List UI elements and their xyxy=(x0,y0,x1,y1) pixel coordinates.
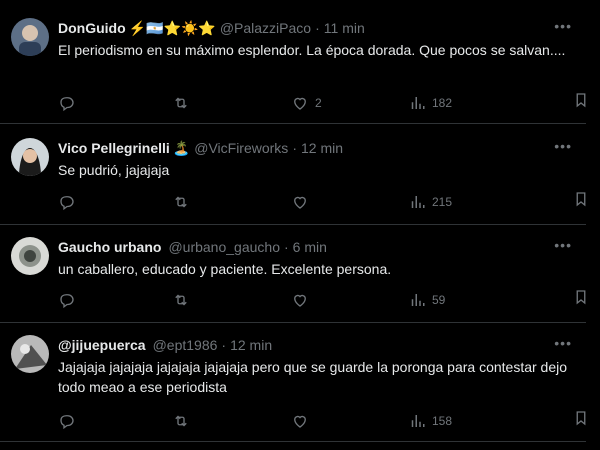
more-icon[interactable]: ••• xyxy=(554,335,572,351)
bookmark-icon[interactable] xyxy=(572,288,590,306)
view-count: 215 xyxy=(432,195,453,209)
view-count: 158 xyxy=(432,414,453,428)
view-count: 59 xyxy=(432,293,446,307)
display-name[interactable]: Gaucho urbano xyxy=(58,237,161,257)
reply-button[interactable] xyxy=(58,190,82,214)
avatar[interactable] xyxy=(11,18,49,56)
tweet-2[interactable]: Vico Pellegrinelli 🏝️ @VicFireworks · 12… xyxy=(0,124,586,225)
views-icon xyxy=(411,415,425,427)
views-icon xyxy=(411,294,425,306)
share-group xyxy=(572,409,600,427)
more-icon[interactable]: ••• xyxy=(554,237,572,253)
avatar[interactable] xyxy=(11,237,49,275)
like-button[interactable]: 2 xyxy=(291,91,322,115)
reply-button[interactable] xyxy=(58,91,82,115)
share-group xyxy=(572,288,600,306)
heart-icon xyxy=(294,294,306,307)
repost-icon xyxy=(175,415,187,427)
display-name[interactable]: Vico Pellegrinelli xyxy=(58,138,170,158)
timestamp[interactable]: 6 min xyxy=(293,237,327,257)
username[interactable]: @ept1986 xyxy=(153,335,218,355)
repost-button[interactable] xyxy=(172,409,196,433)
like-button[interactable] xyxy=(291,288,315,312)
separator-dot: · xyxy=(315,20,320,36)
action-bar: 158 xyxy=(58,409,586,433)
views-icon xyxy=(411,196,425,208)
heart-icon xyxy=(294,415,306,428)
action-bar: 59 xyxy=(58,288,586,312)
tweet-header: DonGuido ⚡🇦🇷⭐☀️⭐ @PalazziPaco · 11 min xyxy=(58,18,578,38)
views-button[interactable]: 59 xyxy=(408,288,445,312)
tweet-header: @jijuepuerca @ept1986 · 12 min xyxy=(58,335,578,355)
username[interactable]: @urbano_gaucho xyxy=(168,237,280,257)
reply-button[interactable] xyxy=(58,288,82,312)
repost-icon xyxy=(175,97,187,109)
separator-dot: · xyxy=(292,140,297,156)
heart-icon xyxy=(294,196,306,209)
views-button[interactable]: 182 xyxy=(408,91,452,115)
action-bar: 2 182 xyxy=(58,91,586,115)
heart-icon xyxy=(294,97,306,110)
name-badges: ⚡🇦🇷⭐☀️⭐ xyxy=(128,20,216,36)
action-bar: 215 xyxy=(58,190,586,214)
bookmark-icon[interactable] xyxy=(572,409,590,427)
more-icon[interactable]: ••• xyxy=(554,138,572,154)
share-group xyxy=(572,91,600,109)
reply-icon xyxy=(60,196,74,211)
like-button[interactable] xyxy=(291,409,315,433)
timestamp[interactable]: 11 min xyxy=(324,18,365,38)
tweet-header: Gaucho urbano @urbano_gaucho · 6 min xyxy=(58,237,578,257)
tweet-3[interactable]: Gaucho urbano @urbano_gaucho · 6 min •••… xyxy=(0,225,586,323)
like-count: 2 xyxy=(315,96,322,110)
bookmark-icon[interactable] xyxy=(572,91,590,109)
username[interactable]: @PalazziPaco xyxy=(220,18,311,38)
repost-icon xyxy=(175,294,187,306)
timestamp[interactable]: 12 min xyxy=(301,138,343,158)
tweet-1[interactable]: DonGuido ⚡🇦🇷⭐☀️⭐ @PalazziPaco · 11 min •… xyxy=(0,0,586,124)
repost-button[interactable] xyxy=(172,190,196,214)
display-name[interactable]: DonGuido xyxy=(58,18,126,38)
repost-button[interactable] xyxy=(172,288,196,312)
tweet-text: Jajajaja jajajaja jajajaja jajajaja pero… xyxy=(58,359,568,395)
share-group xyxy=(572,190,600,208)
avatar[interactable] xyxy=(11,335,49,373)
username[interactable]: @VicFireworks xyxy=(194,138,288,158)
tweet-text: Se pudrió, jajajaja xyxy=(58,162,170,178)
views-button[interactable]: 215 xyxy=(408,190,452,214)
views-button[interactable]: 158 xyxy=(408,409,452,433)
separator-dot: · xyxy=(221,337,227,353)
tweet-text: El periodismo en su máximo esplendor. La… xyxy=(58,42,566,58)
reply-icon xyxy=(60,294,74,309)
reply-icon xyxy=(60,415,74,430)
reply-icon xyxy=(60,97,74,112)
view-count: 182 xyxy=(432,96,453,110)
bookmark-icon[interactable] xyxy=(572,190,590,208)
name-badges: 🏝️ xyxy=(172,140,191,156)
timestamp[interactable]: 12 min xyxy=(230,335,272,355)
tweet-header: Vico Pellegrinelli 🏝️ @VicFireworks · 12… xyxy=(58,138,578,158)
tweet-text: un caballero, educado y paciente. Excele… xyxy=(58,261,392,277)
avatar[interactable] xyxy=(11,138,49,176)
separator-dot: · xyxy=(283,239,289,255)
display-name[interactable]: @jijuepuerca xyxy=(58,335,146,355)
like-button[interactable] xyxy=(291,190,315,214)
repost-button[interactable] xyxy=(172,91,196,115)
more-icon[interactable]: ••• xyxy=(554,18,572,34)
views-icon xyxy=(411,97,425,109)
repost-icon xyxy=(175,196,187,208)
reply-button[interactable] xyxy=(58,409,82,433)
tweet-4[interactable]: @jijuepuerca @ept1986 · 12 min ••• Jajaj… xyxy=(0,323,586,442)
